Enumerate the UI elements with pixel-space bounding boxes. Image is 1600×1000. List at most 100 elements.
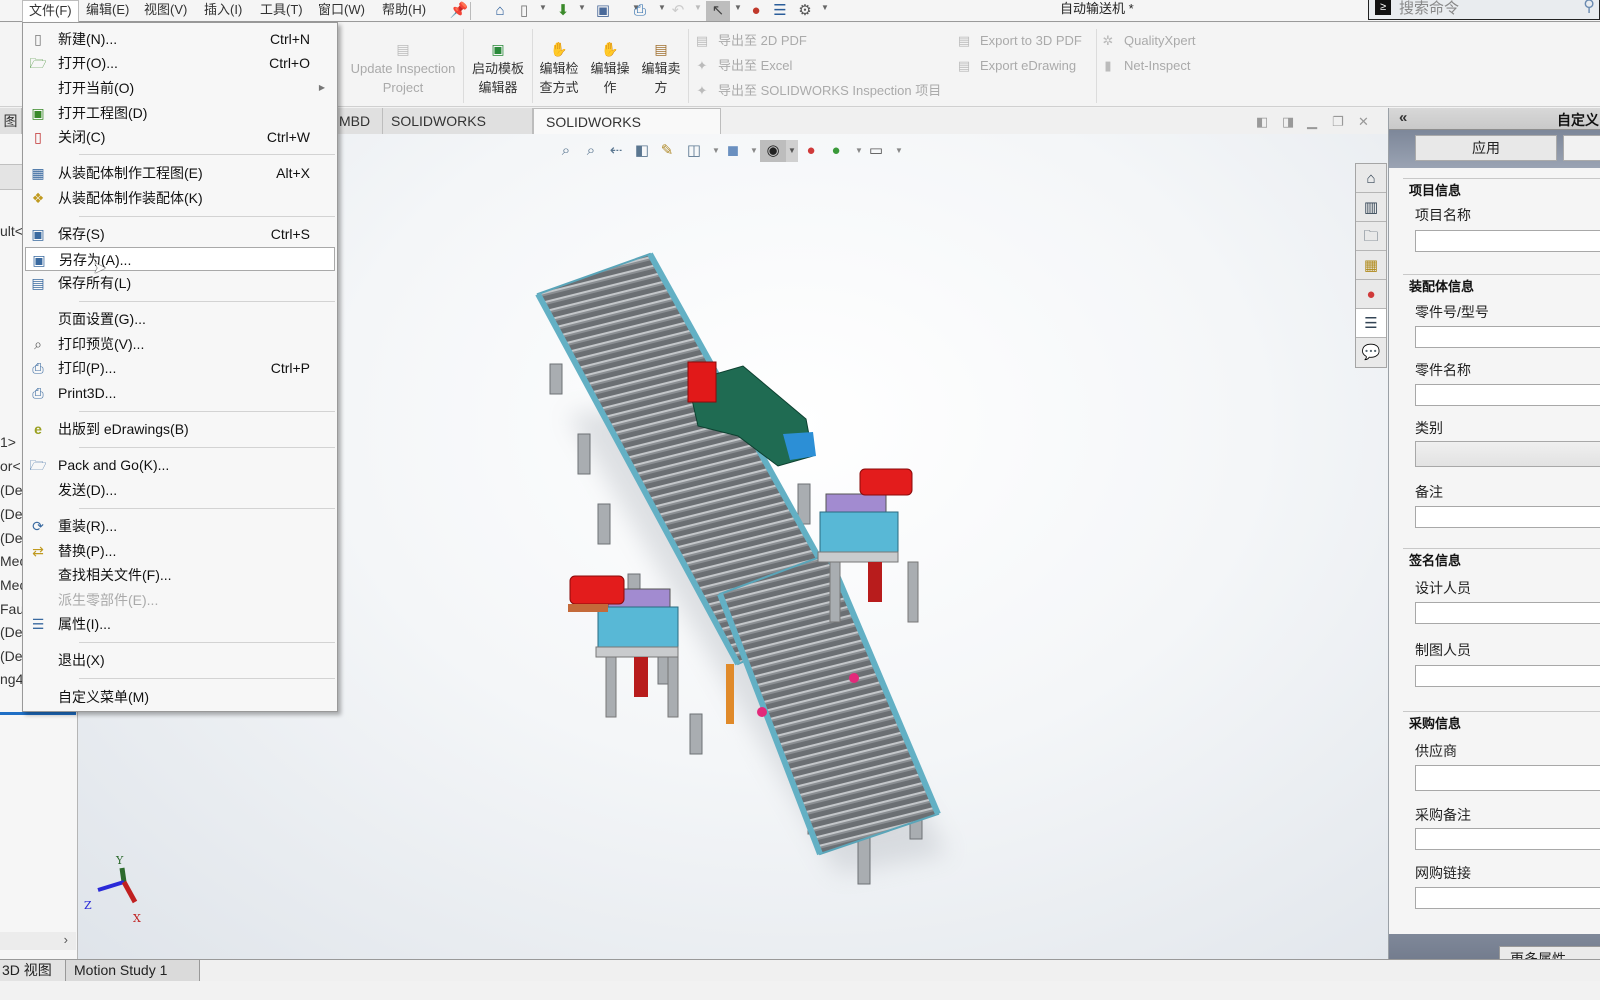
edit-appearance-icon[interactable]: ●	[800, 140, 822, 162]
purchase-remarks-field[interactable]	[1415, 828, 1600, 850]
tree-item[interactable]: (De	[0, 530, 23, 546]
custom-properties-icon[interactable]: ☰	[1356, 309, 1386, 338]
options-dropdown-icon[interactable]: ▼	[821, 3, 829, 12]
save-icon[interactable]: ▣	[593, 1, 613, 21]
menu-item-replace[interactable]: ⇄ 替换(P)...	[25, 539, 335, 563]
new-dropdown-icon[interactable]: ▼	[539, 3, 547, 12]
undo-icon[interactable]: ↶	[668, 1, 688, 21]
edit-inspection-method-button[interactable]: ✋ 编辑检 查方式	[535, 41, 583, 97]
menu-item-close[interactable]: ▯ 关闭(C) Ctrl+W	[25, 125, 335, 149]
search-icon[interactable]: ⚲	[1583, 0, 1595, 16]
menu-item-make-drawing[interactable]: ▦ 从装配体制作工程图(E) Alt+X	[25, 161, 335, 185]
launch-template-editor-button[interactable]: ▣ 启动模板 编辑器	[468, 41, 528, 97]
tree-item[interactable]: ult<	[0, 223, 23, 239]
designer-field[interactable]	[1415, 602, 1600, 624]
home-icon[interactable]: ⌂	[490, 1, 510, 21]
part-name-field[interactable]	[1415, 384, 1600, 406]
qualityxpert-button[interactable]: ✲ QualityXpert	[1100, 31, 1196, 51]
file-properties-icon[interactable]: ☰	[770, 1, 790, 21]
tree-item[interactable]: (De	[0, 624, 23, 640]
export-excel-button[interactable]: ✦ 导出至 Excel	[694, 56, 793, 76]
menu-item-open[interactable]: 🗁 打开(O)... Ctrl+O	[25, 51, 335, 75]
menu-file[interactable]: 文件(F)	[22, 0, 79, 22]
remarks-field[interactable]	[1415, 506, 1600, 528]
section-view-icon[interactable]: ◧	[631, 140, 653, 162]
home-icon[interactable]: ⌂	[1356, 164, 1386, 193]
close-icon[interactable]: ✕	[1358, 114, 1369, 130]
edit-operation-button[interactable]: ✋ 编辑操 作	[586, 41, 634, 97]
menu-view[interactable]: 视图(V)	[138, 0, 193, 22]
open-dropdown-icon[interactable]: ▼	[578, 3, 586, 12]
menu-item-page-setup[interactable]: 页面设置(G)...	[25, 307, 335, 331]
pin-icon[interactable]: 📌	[449, 1, 469, 21]
menu-item-exit[interactable]: 退出(X)	[25, 648, 335, 672]
parts-library-icon[interactable]: ▥	[1356, 193, 1386, 222]
menu-edit[interactable]: 编辑(E)	[80, 0, 135, 22]
command-search[interactable]: ≥ 搜索命令 ⚲	[1368, 0, 1600, 20]
menu-item-save-all[interactable]: ▤ 保存所有(L)	[25, 271, 335, 295]
appearances-icon[interactable]: ●	[1356, 280, 1386, 309]
tab-motion-study-1[interactable]: Motion Study 1	[66, 960, 200, 981]
menu-tools[interactable]: 工具(T)	[254, 0, 309, 22]
apply-button[interactable]: 应用	[1415, 135, 1557, 161]
restore-icon[interactable]: ❐	[1332, 114, 1344, 130]
previous-view-icon[interactable]: ⇠	[605, 140, 627, 162]
menu-insert[interactable]: 插入(I)	[198, 0, 248, 22]
part-number-field[interactable]	[1415, 326, 1600, 348]
print-icon[interactable]: ⎙	[630, 1, 650, 21]
tree-item[interactable]: (De	[0, 482, 23, 498]
print-dropdown-icon[interactable]: ▼	[658, 3, 666, 12]
menu-item-send[interactable]: 发送(D)...	[25, 478, 335, 502]
undo-dropdown-icon[interactable]: ▼	[694, 3, 702, 12]
category-select[interactable]	[1415, 441, 1600, 467]
zoom-to-area-icon[interactable]: ⌕	[580, 140, 602, 162]
menu-item-reload[interactable]: ⟳ 重装(R)...	[25, 514, 335, 538]
export-sw-inspection-button[interactable]: ✦ 导出至 SOLIDWORKS Inspection 项目	[694, 81, 942, 101]
scroll-right-icon[interactable]: ›	[64, 932, 68, 947]
collapse-pane-icon[interactable]: «	[1399, 109, 1407, 126]
options-gear-icon[interactable]: ⚙	[795, 1, 815, 21]
net-inspect-button[interactable]: ▮ Net-Inspect	[1100, 56, 1190, 76]
supplier-field[interactable]	[1415, 765, 1600, 791]
tab-3d-view[interactable]: 3D 视图	[0, 960, 66, 981]
new-document-icon[interactable]: ▯	[514, 1, 534, 21]
tab-drawing[interactable]: 图	[0, 108, 22, 134]
minimize-icon[interactable]: ▁	[1307, 114, 1317, 130]
menu-item-derive-component[interactable]: 派生零部件(E)...	[25, 588, 335, 612]
open-icon[interactable]: ⬇	[553, 1, 573, 21]
export-3d-pdf-button[interactable]: ▤ Export to 3D PDF	[956, 31, 1082, 51]
menu-item-publish-edrawings[interactable]: e 出版到 eDrawings(B)	[25, 417, 335, 441]
apply-scene-icon[interactable]: ●	[825, 140, 847, 162]
menu-item-open-current[interactable]: 打开当前(O) ▶	[25, 76, 335, 100]
online-purchase-link-field[interactable]	[1415, 887, 1600, 909]
tile-right-icon[interactable]: ◨	[1282, 114, 1294, 130]
project-name-field[interactable]	[1415, 230, 1600, 252]
tab-solidworks-inspection[interactable]: SOLIDWORKS Inspection	[533, 108, 721, 156]
view-orientation-icon[interactable]: ◫	[683, 140, 705, 162]
menu-item-make-assembly[interactable]: ❖ 从装配体制作装配体(K)	[25, 186, 335, 210]
tree-item[interactable]: ng4	[0, 671, 23, 687]
edit-vendor-button[interactable]: ▤ 编辑卖 方	[637, 41, 685, 97]
drafter-field[interactable]	[1415, 665, 1600, 687]
menu-item-print-preview[interactable]: ⌕ 打印预览(V)...	[25, 332, 335, 356]
menu-item-customize-menu[interactable]: 自定义菜单(M)	[25, 685, 335, 709]
tab-mbd[interactable]: MBD	[337, 108, 383, 134]
tile-left-icon[interactable]: ◧	[1256, 114, 1268, 130]
hide-show-items-icon[interactable]: ◉	[760, 140, 786, 162]
menu-item-print3d[interactable]: ⎙ Print3D...	[25, 381, 335, 405]
menu-item-find-references[interactable]: 查找相关文件(F)...	[25, 563, 335, 587]
display-style-icon[interactable]: ◼	[722, 140, 744, 162]
tree-item[interactable]: 1>	[0, 434, 16, 450]
tab-solidworks-cam[interactable]: SOLIDWORKS CAM	[383, 108, 533, 155]
menu-window[interactable]: 窗口(W)	[312, 0, 371, 22]
dynamic-annotation-icon[interactable]: ✎	[656, 140, 678, 162]
menu-item-save[interactable]: ▣ 保存(S) Ctrl+S	[25, 222, 335, 246]
forum-icon[interactable]: 💬	[1356, 338, 1386, 367]
menu-help[interactable]: 帮助(H)	[376, 0, 432, 22]
secondary-button[interactable]	[1563, 135, 1600, 161]
menu-item-pack-and-go[interactable]: 🗁 Pack and Go(K)...	[25, 453, 335, 477]
menu-item-open-drawing[interactable]: ▣ 打开工程图(D)	[25, 101, 335, 125]
view-palette-icon[interactable]: ▦	[1356, 251, 1386, 280]
select-dropdown-icon[interactable]: ▼	[734, 3, 742, 12]
menu-item-save-as[interactable]: ▣ 另存为(A)...	[25, 247, 335, 271]
